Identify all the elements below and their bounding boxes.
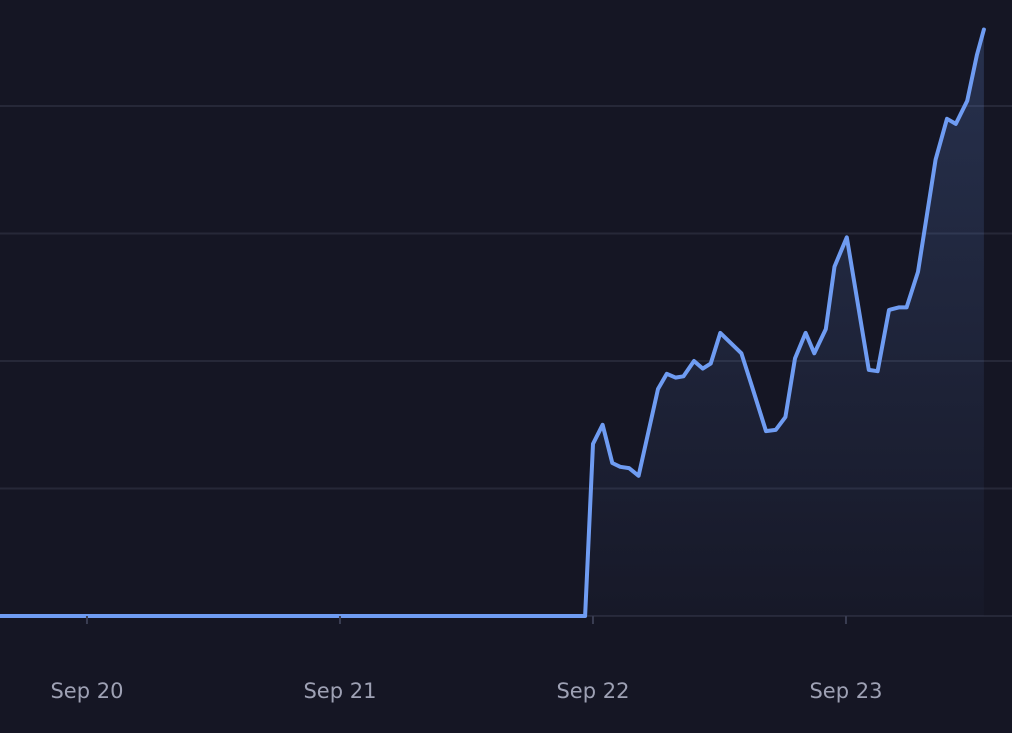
area-layer <box>0 29 984 616</box>
chart-container: Sep 20 Sep 21 Sep 22 Sep 23 <box>0 0 1012 733</box>
x-tick-label-3: Sep 23 <box>809 679 882 703</box>
chart-svg: Sep 20 Sep 21 Sep 22 Sep 23 <box>0 27 1012 703</box>
x-tick-label-0: Sep 20 <box>50 679 123 703</box>
series-area <box>0 29 984 616</box>
x-axis: Sep 20 Sep 21 Sep 22 Sep 23 <box>50 616 882 703</box>
x-tick-label-1: Sep 21 <box>303 679 376 703</box>
x-tick-label-2: Sep 22 <box>556 679 629 703</box>
